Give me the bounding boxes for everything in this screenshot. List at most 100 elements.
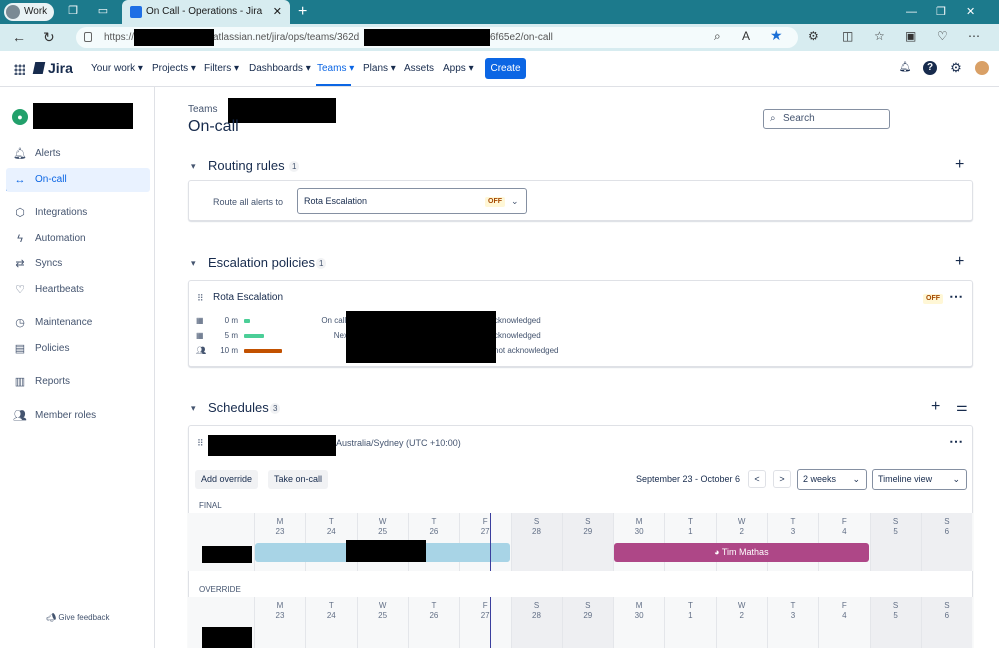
sidebar-item-heartbeats[interactable]: ♡ Heartbeats bbox=[6, 278, 150, 302]
address-bar-row: ← ↻ https:// atlassian.net/jira/ops/team… bbox=[0, 24, 999, 51]
policy-more-actions-icon[interactable]: ⋯ bbox=[949, 288, 964, 305]
minimize-icon[interactable]: — bbox=[906, 0, 917, 24]
browser-essentials-icon[interactable]: ♡ bbox=[937, 29, 948, 43]
breadcrumb-teams[interactable]: Teams bbox=[188, 104, 217, 115]
tab-actions-icon[interactable]: ▭ bbox=[96, 4, 110, 18]
day-letter: S bbox=[892, 517, 899, 526]
split-screen-icon[interactable]: ◫ bbox=[842, 29, 853, 43]
tab-close-icon[interactable]: ✕ bbox=[273, 0, 282, 24]
nav-your-work[interactable]: Your work ▾ bbox=[91, 63, 143, 74]
timeline-day-column: S6 bbox=[920, 597, 972, 648]
step-delay: 0 m bbox=[224, 316, 238, 325]
help-icon[interactable]: ? bbox=[923, 61, 937, 75]
schedules-collapse-icon[interactable]: ▾ bbox=[191, 403, 196, 414]
day-number: 3 bbox=[790, 611, 796, 620]
workspaces-icon[interactable]: ❐ bbox=[66, 4, 80, 18]
timeline-day-column: T1 bbox=[664, 513, 715, 571]
sidebar: ● 🔔︎ Alerts ↔ On-call ⬡ Integrations ϟ Autom… bbox=[0, 87, 155, 648]
nav-projects[interactable]: Projects ▾ bbox=[152, 63, 196, 74]
nav-teams[interactable]: Teams ▾ bbox=[317, 63, 354, 74]
redacted-team-crumb bbox=[228, 98, 336, 123]
day-number: 23 bbox=[275, 611, 285, 620]
current-time-indicator bbox=[489, 597, 491, 648]
add-escalation-icon[interactable]: + bbox=[955, 254, 964, 270]
jira-logo[interactable]: Jira bbox=[32, 60, 73, 76]
schedule-more-actions-icon[interactable]: ⋯ bbox=[949, 433, 964, 450]
read-aloud-icon[interactable]: A bbox=[742, 29, 750, 43]
view-select[interactable]: Timeline view ⌄ bbox=[872, 469, 967, 490]
drag-handle-icon[interactable]: ⠿ bbox=[197, 293, 204, 304]
team-avatar-icon: ● bbox=[12, 109, 28, 125]
maximize-icon[interactable]: ❐ bbox=[936, 0, 946, 24]
sidebar-item-maintenance[interactable]: ◷ Maintenance bbox=[6, 311, 150, 335]
route-policy-select[interactable]: Rota Escalation OFF ⌄ bbox=[297, 188, 527, 214]
nav-dashboards[interactable]: Dashboards ▾ bbox=[249, 63, 311, 74]
user-avatar[interactable] bbox=[975, 61, 989, 75]
timeline-day-column: S 28 bbox=[510, 513, 562, 571]
app-switcher-icon[interactable] bbox=[14, 64, 25, 75]
people-icon: 👥︎ bbox=[196, 346, 207, 355]
notifications-icon[interactable]: 🔔︎ bbox=[898, 61, 912, 75]
create-button[interactable]: Create bbox=[485, 58, 526, 79]
day-letter: S bbox=[892, 601, 899, 610]
back-icon[interactable]: ← bbox=[12, 29, 26, 45]
sidebar-item-label: Member roles bbox=[35, 410, 97, 421]
redacted-block bbox=[202, 546, 252, 563]
sidebar-item-syncs[interactable]: ⇄ Syncs bbox=[6, 252, 150, 276]
final-timeline: M 23 T 24 W 25 T 26 F 27 S 28 S 29 M 30 T 1 W 2 T 3 F 4 S 5 S 6 ◕ Ti… bbox=[188, 513, 973, 571]
bell-icon: 🔔︎ bbox=[13, 148, 27, 160]
add-schedule-icon[interactable]: + bbox=[931, 399, 940, 415]
sidebar-item-policies[interactable]: ▤ Policies bbox=[6, 337, 150, 361]
sidebar-item-alerts[interactable]: 🔔︎ Alerts bbox=[6, 142, 150, 166]
sidebar-item-automation[interactable]: ϟ Automation bbox=[6, 227, 150, 251]
day-number: 5 bbox=[893, 611, 898, 620]
day-letter: T bbox=[687, 517, 693, 526]
browser-tab-active[interactable]: On Call - Operations - Jira ✕ bbox=[122, 0, 290, 24]
megaphone-icon: 📣︎ bbox=[46, 613, 59, 622]
add-routing-rule-icon[interactable]: + bbox=[955, 157, 964, 173]
add-override-button[interactable]: Add override bbox=[195, 470, 259, 489]
next-period-button[interactable]: > bbox=[773, 470, 791, 488]
timeline-day-column: S5 bbox=[869, 597, 921, 648]
day-letter: W bbox=[737, 601, 746, 610]
sidebar-item-on-call[interactable]: ↔ On-call bbox=[6, 168, 150, 192]
sidebar-item-member-roles[interactable]: 👥︎ Member roles bbox=[6, 404, 150, 428]
window-close-icon[interactable]: ✕ bbox=[966, 0, 975, 24]
new-tab-icon[interactable]: + bbox=[298, 0, 307, 24]
nav-apps[interactable]: Apps ▾ bbox=[443, 63, 474, 74]
schedules-title: Schedules bbox=[208, 400, 269, 415]
settings-gear-icon[interactable]: ⚙ bbox=[949, 61, 963, 75]
policy-name[interactable]: Rota Escalation bbox=[213, 292, 283, 303]
routing-collapse-icon[interactable]: ▾ bbox=[191, 161, 196, 172]
drag-handle-icon[interactable]: ⠿ bbox=[197, 438, 204, 449]
timeline-day-column: F 27 bbox=[459, 513, 510, 571]
browser-menu-icon[interactable]: ⋯ bbox=[968, 29, 980, 43]
give-feedback-link[interactable]: 📣︎ Give feedback bbox=[46, 613, 110, 622]
nav-assets[interactable]: Assets bbox=[404, 63, 434, 74]
extensions-icon[interactable]: ⚙ bbox=[808, 29, 819, 43]
sidebar-item-label: Policies bbox=[35, 343, 70, 354]
nav-label: Plans bbox=[363, 63, 389, 74]
day-number: 29 bbox=[583, 611, 593, 620]
route-selected-value: Rota Escalation bbox=[304, 196, 368, 206]
previous-period-button[interactable]: < bbox=[748, 470, 766, 488]
filter-settings-icon[interactable]: ⚌ bbox=[956, 399, 968, 415]
chevron-down-icon: ⌄ bbox=[952, 474, 960, 484]
profile-button[interactable]: Work bbox=[4, 3, 54, 21]
nav-label: Your work bbox=[91, 63, 136, 74]
nav-plans[interactable]: Plans ▾ bbox=[363, 63, 396, 74]
refresh-icon[interactable]: ↻ bbox=[43, 29, 55, 45]
nav-filters[interactable]: Filters ▾ bbox=[204, 63, 239, 74]
escalation-collapse-icon[interactable]: ▾ bbox=[191, 258, 196, 269]
lock-icon bbox=[84, 32, 92, 42]
collections-icon[interactable]: ▣ bbox=[905, 29, 916, 43]
day-number: 30 bbox=[634, 611, 644, 620]
sidebar-item-reports[interactable]: ▥ Reports bbox=[6, 370, 150, 394]
favorite-star-icon[interactable]: ★ bbox=[770, 28, 783, 42]
on-call-shift[interactable]: ◕ Tim Mathas bbox=[614, 543, 869, 562]
interval-select[interactable]: 2 weeks ⌄ bbox=[797, 469, 867, 490]
zoom-icon[interactable]: ⌕ bbox=[714, 29, 721, 43]
take-on-call-button[interactable]: Take on-call bbox=[268, 470, 329, 489]
favorites-icon[interactable]: ☆ bbox=[874, 29, 885, 43]
sidebar-item-integrations[interactable]: ⬡ Integrations bbox=[6, 201, 150, 225]
